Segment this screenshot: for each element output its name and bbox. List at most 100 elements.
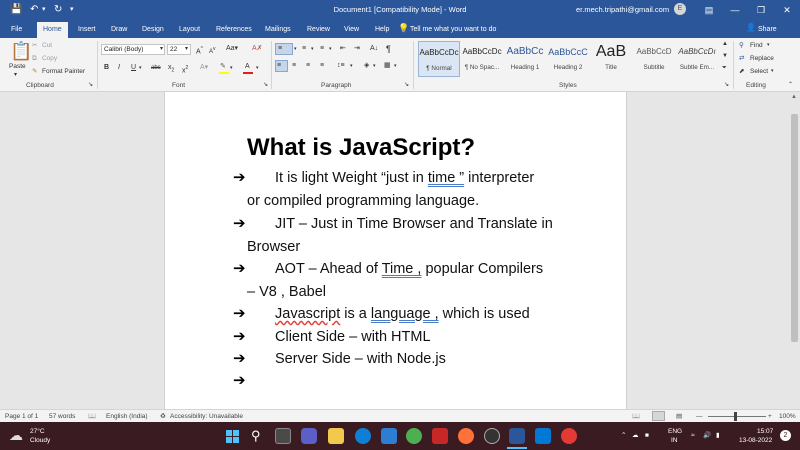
doc-line-2[interactable]: or compiled programming language.	[247, 191, 479, 211]
word-count[interactable]: 57 words	[49, 412, 75, 421]
zoom-slider[interactable]	[708, 416, 766, 417]
select-icon[interactable]: ⬈	[739, 67, 744, 76]
vscode-icon[interactable]	[535, 428, 551, 444]
numbering-dropdown-icon[interactable]: ▾	[311, 44, 314, 54]
doc-line-9[interactable]: Server Side – with Node.js	[275, 349, 446, 369]
microsoft-store-icon[interactable]	[381, 428, 397, 444]
zoom-slider-thumb[interactable]	[734, 412, 737, 421]
highlight-icon[interactable]: ✎	[220, 62, 226, 72]
align-left-icon[interactable]: ≡	[277, 61, 281, 71]
superscript-icon[interactable]: x2	[182, 63, 188, 76]
borders-icon[interactable]: ▦	[384, 61, 391, 71]
task-view-icon[interactable]	[275, 428, 291, 444]
clock-date[interactable]: 13-08-2022	[739, 436, 772, 445]
collapse-ribbon-icon[interactable]: ⌃	[788, 81, 793, 90]
zoom-in-icon[interactable]: +	[768, 412, 772, 421]
file-explorer-icon[interactable]	[328, 428, 344, 444]
maximize-icon[interactable]: ❐	[748, 0, 774, 20]
find-button[interactable]: Find	[750, 41, 763, 50]
tab-home[interactable]: Home	[37, 22, 68, 38]
scrollbar-thumb[interactable]	[791, 114, 798, 342]
close-icon[interactable]: ✕	[774, 0, 800, 20]
style-subtle-emphasis[interactable]: AaBbCcDı Subtle Em...	[676, 41, 718, 77]
firefox-icon[interactable]	[458, 428, 474, 444]
select-button[interactable]: Select	[750, 67, 768, 76]
save-icon[interactable]: 💾	[10, 3, 22, 17]
highlight-dropdown-icon[interactable]: ▾	[230, 63, 233, 73]
grow-font-icon[interactable]: A^	[196, 44, 203, 57]
chrome-alt-icon[interactable]	[561, 428, 577, 444]
font-name-combo[interactable]: Calibri (Body)	[101, 44, 165, 55]
github-desktop-icon[interactable]	[484, 428, 500, 444]
tab-view[interactable]: View	[344, 24, 359, 35]
scroll-up-icon[interactable]: ▲	[791, 94, 797, 100]
shrink-font-icon[interactable]: Av	[209, 44, 216, 57]
strikethrough-icon[interactable]: abc	[151, 63, 161, 73]
clear-formatting-icon[interactable]: A✗	[252, 44, 263, 54]
tab-help[interactable]: Help	[375, 24, 389, 35]
cloud-weather-icon[interactable]: ☁	[9, 427, 23, 443]
replace-button[interactable]: Replace	[750, 54, 774, 63]
word-app-icon[interactable]	[509, 428, 525, 444]
font-size-dropdown-icon[interactable]: ▾	[185, 45, 188, 54]
styles-scroll-up-icon[interactable]: ▲	[722, 40, 728, 49]
decrease-indent-icon[interactable]: ⇤	[340, 44, 346, 54]
share-icon[interactable]: 👤	[746, 23, 756, 32]
notification-badge[interactable]: 2	[780, 430, 791, 441]
format-painter-button[interactable]: Format Painter	[42, 67, 85, 76]
cut-button[interactable]: Cut	[42, 41, 52, 50]
shading-dropdown-icon[interactable]: ▾	[373, 61, 376, 71]
show-formatting-marks-icon[interactable]: ¶	[386, 44, 391, 54]
doc-line-4[interactable]: Browser	[247, 237, 300, 257]
paragraph-launcher-icon[interactable]: ↘	[404, 81, 409, 90]
avatar[interactable]: E	[674, 3, 686, 15]
font-launcher-icon[interactable]: ↘	[263, 81, 268, 90]
style-no-spacing[interactable]: AaBbCcDc ¶ No Spac...	[461, 41, 503, 77]
style-title[interactable]: AaB Title	[590, 41, 632, 77]
paste-dropdown-icon[interactable]: ▾	[14, 71, 17, 80]
multilevel-list-icon[interactable]: ≡	[320, 44, 324, 54]
increase-indent-icon[interactable]: ⇥	[354, 44, 360, 54]
read-mode-icon[interactable]: 📖	[632, 412, 640, 421]
weather-temperature[interactable]: 27°C	[30, 427, 45, 436]
tab-file[interactable]: File	[11, 24, 22, 35]
select-dropdown-icon[interactable]: ▾	[771, 67, 774, 76]
proofing-icon[interactable]: 📖	[88, 412, 96, 421]
font-color-dropdown-icon[interactable]: ▾	[256, 63, 259, 73]
change-case-icon[interactable]: Aa▾	[226, 44, 238, 54]
italic-icon[interactable]: I	[118, 63, 120, 73]
zoom-level[interactable]: 100%	[779, 412, 796, 421]
tab-layout[interactable]: Layout	[179, 24, 200, 35]
vertical-scrollbar[interactable]: ▲	[789, 92, 800, 409]
sort-icon[interactable]: A↓	[370, 44, 378, 54]
find-dropdown-icon[interactable]: ▾	[767, 41, 770, 50]
mcafee-icon[interactable]	[432, 428, 448, 444]
bold-icon[interactable]: B	[104, 63, 109, 73]
doc-line-1[interactable]: It is light Weight “just in time ” inter…	[275, 168, 534, 188]
show-hidden-icons-icon[interactable]: ⌃	[621, 431, 626, 440]
volume-icon[interactable]: 🔊	[703, 431, 711, 440]
underline-icon[interactable]: U	[131, 63, 136, 73]
underline-dropdown-icon[interactable]: ▾	[139, 63, 142, 73]
clipboard-launcher-icon[interactable]: ↘	[88, 81, 93, 90]
chrome-browser-icon[interactable]	[406, 428, 422, 444]
tab-insert[interactable]: Insert	[78, 24, 96, 35]
line-spacing-dropdown-icon[interactable]: ▾	[350, 61, 353, 71]
share-button[interactable]: Share	[758, 24, 777, 35]
wifi-icon[interactable]: ≈	[691, 431, 695, 440]
battery-icon[interactable]: ▮	[716, 431, 720, 440]
align-center-icon[interactable]: ≡	[292, 61, 296, 71]
ribbon-display-options-icon[interactable]: ▤	[696, 0, 722, 20]
page-count[interactable]: Page 1 of 1	[5, 412, 38, 421]
styles-scroll-down-icon[interactable]: ▼	[722, 52, 728, 61]
subscript-icon[interactable]: x2	[168, 63, 174, 75]
doc-line-7[interactable]: Javascript is a language , which is used	[275, 304, 530, 324]
windows-start-icon[interactable]	[226, 430, 239, 443]
doc-line-5[interactable]: AOT – Ahead of Time , popular Compilers	[275, 259, 543, 279]
copy-button[interactable]: Copy	[42, 54, 57, 63]
style-heading-1[interactable]: AaBbCc Heading 1	[504, 41, 546, 77]
bullets-icon[interactable]: ≡	[278, 44, 282, 54]
borders-dropdown-icon[interactable]: ▾	[394, 61, 397, 71]
bullets-dropdown-icon[interactable]: ▾	[294, 44, 297, 54]
language-indicator[interactable]: English (India)	[106, 412, 148, 421]
